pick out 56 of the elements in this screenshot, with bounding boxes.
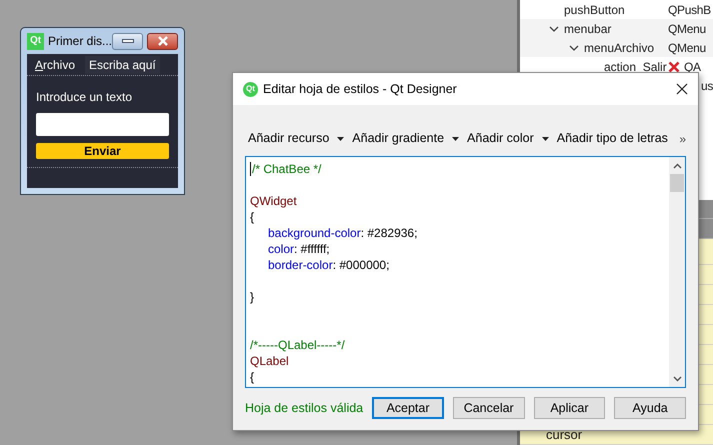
text-input[interactable] [36, 113, 169, 136]
dialog-button[interactable]: Aplicar [534, 397, 606, 419]
code-line: QWidget [250, 193, 297, 209]
toolbar-button[interactable]: Añadir tipo de letras [556, 129, 668, 148]
close-icon [156, 36, 169, 46]
code-line: QLabel [250, 353, 289, 369]
toolbar-button[interactable]: Añadir gradiente [352, 129, 460, 148]
close-button[interactable] [147, 32, 178, 50]
scroll-up-icon[interactable] [672, 163, 682, 169]
scroll-thumb[interactable] [670, 174, 684, 192]
code-line: background-color: #282936; [267, 225, 418, 241]
dialog-button[interactable]: Aceptar [372, 397, 444, 419]
minimize-button[interactable] [112, 32, 144, 50]
chevron-icon[interactable] [549, 26, 559, 32]
dialog-title: Editar hoja de estilos - Qt Designer [263, 80, 457, 98]
class-name: us [701, 78, 713, 94]
toolbar-button[interactable]: Añadir recurso [248, 129, 344, 148]
class-name: QPushB [668, 2, 711, 18]
dropdown-icon [542, 136, 549, 141]
object-name[interactable]: action_Salir [604, 58, 667, 76]
object-name[interactable]: menuArchivo [584, 38, 654, 56]
cross-icon [668, 60, 680, 72]
code-line: /* ChatBee */ [252, 161, 322, 177]
qt-logo: Qt [243, 82, 258, 96]
close-icon [676, 83, 688, 95]
class-name: QA [684, 58, 701, 76]
dialog-button[interactable]: Ayuda [614, 397, 686, 419]
toolbar-button[interactable]: Añadir color [467, 129, 549, 148]
dropdown-icon [452, 136, 460, 141]
menu-item[interactable]: Archivo [31, 56, 80, 74]
text-cursor [250, 162, 251, 176]
code-editor[interactable]: /* ChatBee */ QWidget { background-color: #282936; color: #ffffff; border-color: #000000; } /*-----QLabel-----*/ QLabel { [245, 156, 686, 388]
status-text: Hoja de estilos válida [245, 400, 364, 417]
code-line: border-color: #000000; [267, 257, 390, 273]
code-line: { [250, 209, 254, 225]
form-label: Introduce un texto [36, 89, 134, 106]
code-line: color: #ffffff; [267, 241, 330, 257]
object-name[interactable]: pushButton [564, 0, 625, 18]
send-button[interactable]: Enviar [36, 143, 169, 159]
qt-logo: Qt [27, 32, 44, 50]
object-name[interactable]: menubar [564, 20, 612, 38]
class-name: QMenu [668, 40, 706, 56]
overflow-button[interactable]: » [679, 130, 686, 148]
menu-placeholder[interactable]: Escriba aquí [85, 56, 160, 74]
close-button[interactable] [674, 81, 690, 97]
chevron-icon[interactable] [569, 44, 579, 50]
code-line: { [250, 369, 254, 385]
code-line: /*-----QLabel-----*/ [250, 337, 345, 353]
scrollbar[interactable] [669, 157, 685, 387]
code-line: } [250, 289, 254, 305]
minimize-icon [122, 39, 134, 43]
window-title: Primer dis... [48, 33, 112, 50]
dropdown-icon [337, 136, 344, 141]
scroll-down-icon[interactable] [672, 376, 682, 382]
class-name: QMenu [668, 20, 706, 38]
dialog-button[interactable]: Cancelar [452, 397, 525, 419]
